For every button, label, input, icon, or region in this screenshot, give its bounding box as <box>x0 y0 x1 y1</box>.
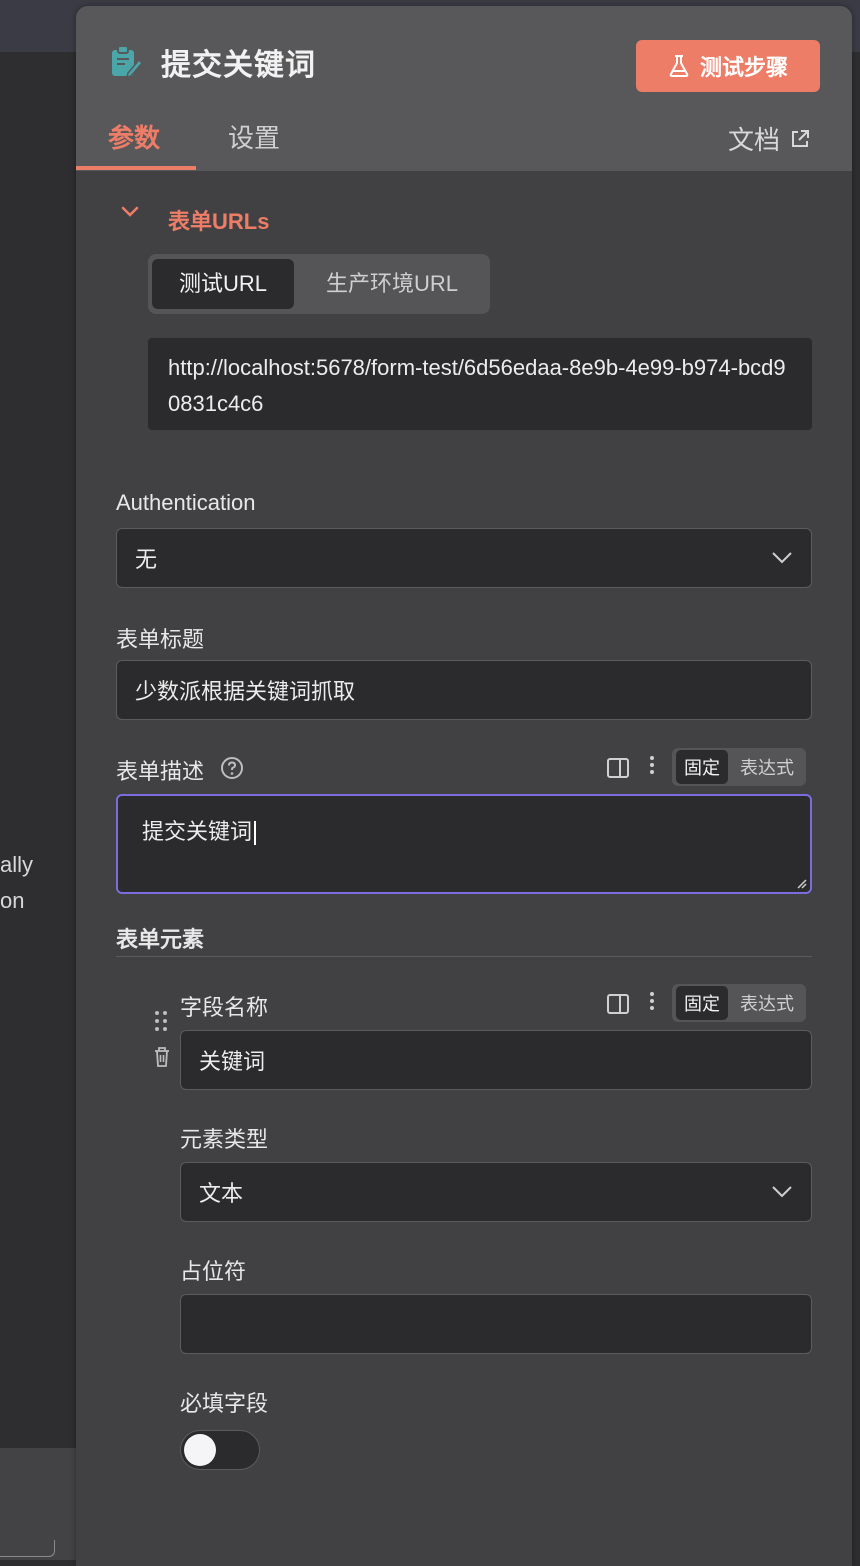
chevron-down-icon <box>772 1186 792 1198</box>
background-text-fragment: on <box>0 888 25 913</box>
switch-knob <box>184 1434 216 1466</box>
background-text-fragment: ally <box>0 852 34 877</box>
chevron-down-icon[interactable] <box>120 202 140 222</box>
section-divider <box>116 956 812 957</box>
segment-production-url[interactable]: 生产环境URL <box>308 259 476 309</box>
form-title-input[interactable]: 少数派根据关键词抓取 <box>116 660 812 720</box>
form-edit-icon <box>112 45 144 79</box>
side-panel-icon[interactable] <box>606 992 630 1016</box>
field-name-value: 关键词 <box>199 1049 266 1074</box>
test-step-label: 测试步骤 <box>699 55 788 80</box>
drag-handle-icon[interactable] <box>154 1010 168 1032</box>
form-url-display[interactable]: http://localhost:5678/form-test/6d56edaa… <box>148 338 812 430</box>
help-circle-icon[interactable] <box>220 756 244 780</box>
active-tab-indicator <box>76 166 196 170</box>
field-name-input[interactable]: 关键词 <box>180 1030 812 1090</box>
field-name-label: 字段名称 <box>180 995 269 1020</box>
element-type-label: 元素类型 <box>180 1127 269 1152</box>
element-type-value: 文本 <box>199 1181 244 1206</box>
mode-expression[interactable]: 表达式 <box>732 750 802 784</box>
external-link-icon <box>792 129 810 147</box>
docs-link[interactable]: 文档 <box>728 120 810 157</box>
mode-fixed[interactable]: 固定 <box>676 986 728 1020</box>
tab-parameters[interactable]: 参数 <box>108 118 160 155</box>
value-mode-toggle: 固定 表达式 <box>672 748 806 786</box>
mode-fixed[interactable]: 固定 <box>676 750 728 784</box>
segment-test-url[interactable]: 测试URL <box>152 259 294 309</box>
required-field-label: 必填字段 <box>180 1391 269 1416</box>
side-panel-icon[interactable] <box>606 756 630 780</box>
resize-handle-icon[interactable] <box>794 876 808 890</box>
flask-icon <box>669 55 689 77</box>
form-description-value: 提交关键词 <box>142 819 253 844</box>
authentication-value: 无 <box>135 547 158 572</box>
more-options-icon[interactable] <box>640 754 664 778</box>
more-options-icon[interactable] <box>640 990 664 1014</box>
placeholder-input[interactable] <box>180 1294 812 1354</box>
placeholder-label: 占位符 <box>180 1259 247 1284</box>
docs-link-label: 文档 <box>728 125 781 155</box>
form-urls-section-title[interactable]: 表单URLs <box>168 204 269 236</box>
value-mode-toggle: 固定 表达式 <box>672 984 806 1022</box>
background-button-edge <box>0 1540 55 1557</box>
tab-settings[interactable]: 设置 <box>228 118 280 155</box>
form-description-label: 表单描述 <box>116 759 205 784</box>
test-step-button[interactable]: 测试步骤 <box>636 40 820 92</box>
element-type-select[interactable]: 文本 <box>180 1162 812 1222</box>
trash-icon[interactable] <box>152 1046 172 1068</box>
chevron-down-icon <box>772 552 792 564</box>
form-title-value: 少数派根据关键词抓取 <box>135 679 356 704</box>
text-caret <box>254 821 257 846</box>
authentication-select[interactable]: 无 <box>116 528 812 588</box>
url-environment-toggle: 测试URL 生产环境URL <box>148 254 490 314</box>
node-title: 提交关键词 <box>161 49 316 82</box>
required-field-switch[interactable] <box>180 1430 260 1470</box>
form-elements-label: 表单元素 <box>116 927 205 952</box>
authentication-label: Authentication <box>116 490 256 515</box>
form-title-label: 表单标题 <box>116 627 205 652</box>
mode-expression[interactable]: 表达式 <box>732 986 802 1020</box>
node-settings-panel: 提交关键词 测试步骤 参数 设置 文档 表单URLs 测试URL 生产环境URL… <box>76 6 852 1566</box>
panel-header: 提交关键词 测试步骤 参数 设置 文档 <box>76 6 852 171</box>
form-description-textarea[interactable]: 提交关键词 <box>116 794 812 894</box>
